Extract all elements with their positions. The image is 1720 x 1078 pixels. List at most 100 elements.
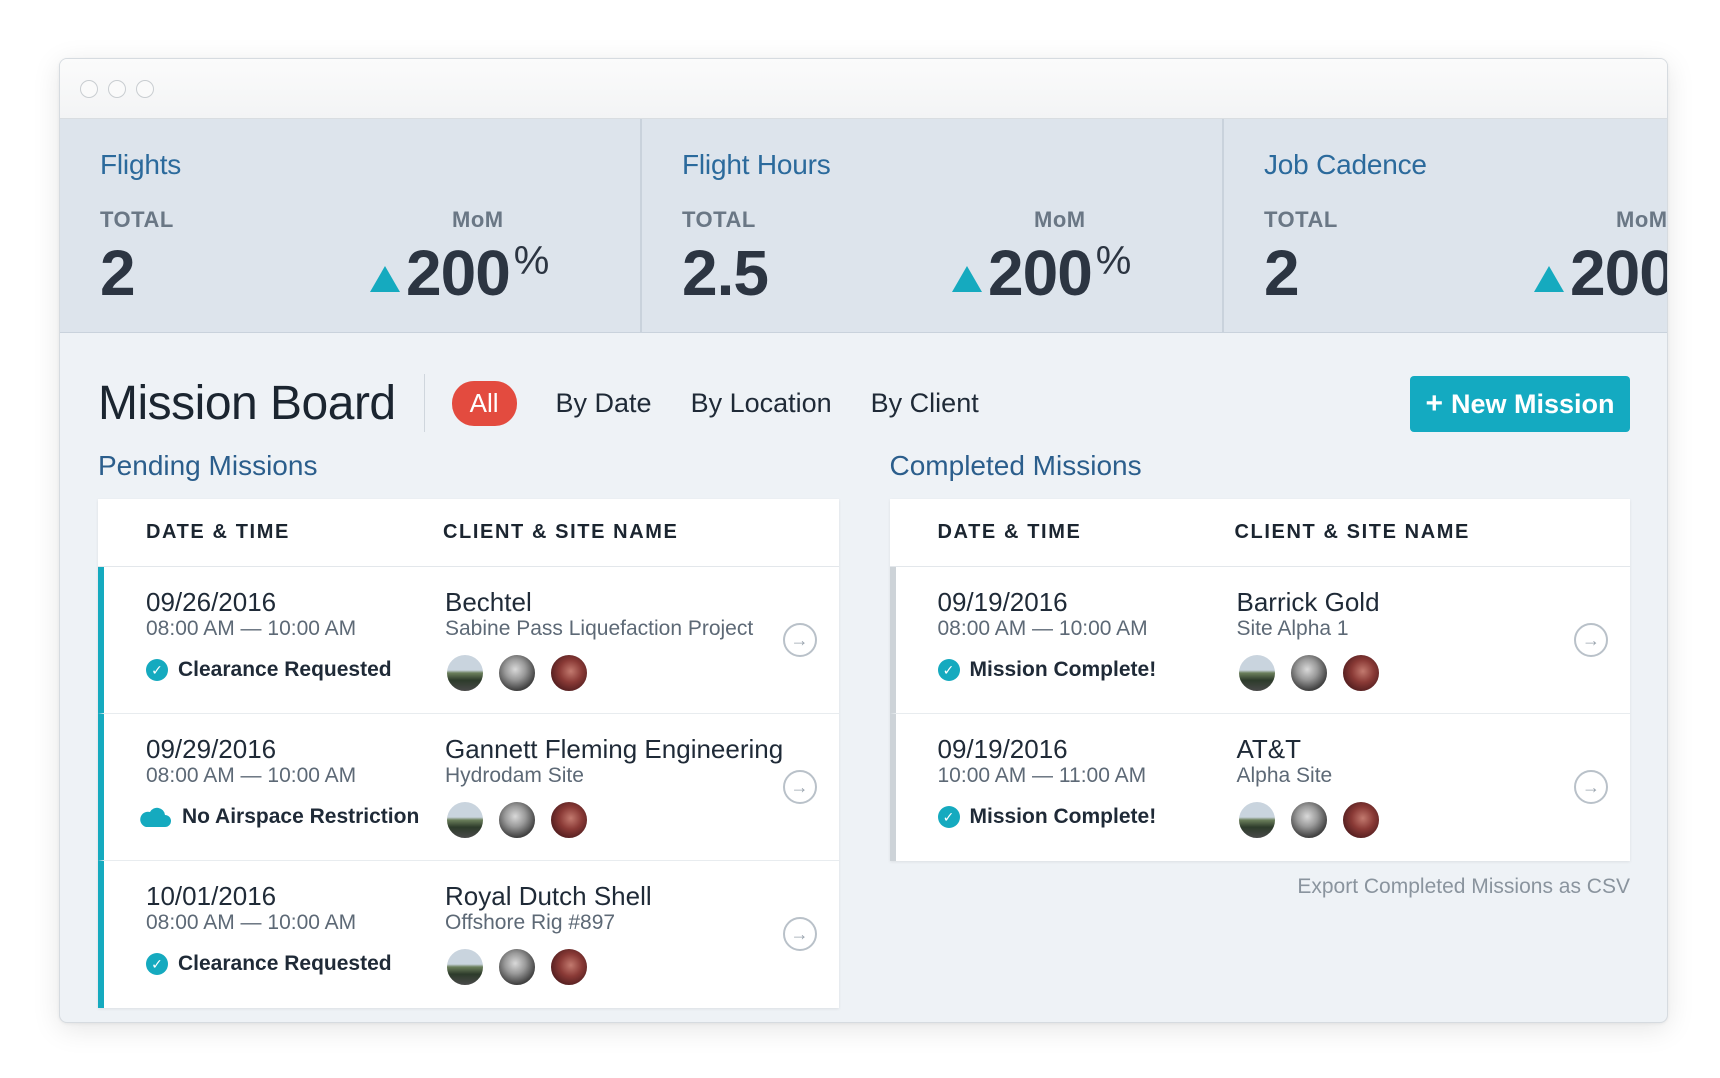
avatar (445, 947, 485, 987)
window-zoom-button[interactable] (136, 79, 154, 98)
status-badge: No Airspace Restriction (140, 805, 420, 829)
check-circle-icon: ✓ (937, 659, 960, 681)
app-window: Flights TOTAL 2 MoM 200 % Flight Hours T… (59, 58, 1668, 1023)
stat-title: Flights (100, 149, 182, 180)
avatar (1288, 653, 1329, 693)
new-mission-label: New Mission (1451, 388, 1615, 419)
mission-date: 10/01/2016 (146, 881, 277, 911)
stat-title: Job Cadence (1264, 149, 1427, 180)
client-name: Gannett Fleming Engineering (445, 734, 784, 764)
crew-avatars (1236, 653, 1381, 693)
trend-up-icon (952, 266, 982, 292)
pending-missions-section: Pending Missions DATE & TIME CLIENT & SI… (98, 450, 839, 1008)
stat-total-value: 2 (1264, 237, 1300, 309)
arrow-right-icon[interactable]: → (1574, 623, 1608, 657)
window-close-button[interactable] (80, 79, 98, 98)
status-text: Mission Complete! (969, 658, 1157, 681)
stat-total-value: 2.5 (682, 237, 769, 309)
cloud-icon (140, 807, 171, 827)
avatar (1236, 653, 1277, 693)
crew-avatars (445, 947, 589, 987)
section-title: Completed Missions (889, 450, 1142, 481)
mission-date: 09/19/2016 (937, 587, 1068, 617)
filter-by-client[interactable]: By Client (871, 388, 979, 419)
avatar (497, 653, 537, 693)
mission-time: 08:00 AM — 10:00 AM (146, 764, 357, 787)
trend-up-icon (1534, 266, 1564, 292)
crew-avatars (445, 800, 589, 840)
mission-time: 10:00 AM — 11:00 AM (937, 764, 1147, 787)
stat-mom-value: 200 (406, 237, 511, 309)
avatar (549, 947, 589, 987)
client-name: Barrick Gold (1236, 587, 1380, 617)
mission-time: 08:00 AM — 10:00 AM (146, 911, 357, 934)
stat-total-label: TOTAL (1264, 207, 1338, 232)
mission-date: 09/26/2016 (146, 587, 277, 617)
avatar (1340, 800, 1381, 840)
completed-missions-table: DATE & TIME CLIENT & SITE NAME 09/19/201… (889, 499, 1631, 861)
stat-flights: Flights TOTAL 2 MoM 200 % (60, 119, 642, 332)
export-csv-link[interactable]: Export Completed Missions as CSV (890, 875, 1630, 899)
table-row[interactable]: 09/19/2016 10:00 AM — 11:00 AM ✓ Mission… (889, 714, 1631, 861)
crew-avatars (1236, 800, 1381, 840)
stat-total-value: 2 (100, 237, 136, 309)
stat-mom-value: 200 (1570, 237, 1668, 309)
plus-icon: + (1425, 387, 1443, 420)
status-text: No Airspace Restriction (182, 805, 420, 828)
stat-title: Flight Hours (682, 149, 831, 180)
filter-by-date[interactable]: By Date (556, 388, 652, 419)
window-titlebar (60, 59, 1667, 119)
section-title: Pending Missions (98, 450, 318, 481)
avatar (549, 800, 589, 840)
stat-mom-value: 200 (988, 237, 1093, 309)
status-badge: ✓ Clearance Requested (146, 658, 392, 682)
column-header-date: DATE & TIME (146, 521, 290, 543)
table-header: DATE & TIME CLIENT & SITE NAME (98, 499, 839, 567)
table-row[interactable]: 09/26/2016 08:00 AM — 10:00 AM ✓ Clearan… (98, 567, 839, 714)
stat-total-label: TOTAL (100, 207, 174, 232)
stat-mom-unit: % (513, 239, 550, 283)
avatar (549, 653, 589, 693)
check-circle-icon: ✓ (937, 806, 960, 828)
status-badge: ✓ Mission Complete! (937, 658, 1157, 682)
status-text: Clearance Requested (178, 658, 392, 681)
arrow-right-icon[interactable]: → (782, 770, 817, 804)
window-minimize-button[interactable] (108, 79, 126, 98)
arrow-right-icon[interactable]: → (782, 917, 817, 951)
status-text: Mission Complete! (969, 805, 1157, 828)
status-badge: ✓ Mission Complete! (937, 805, 1157, 829)
pending-missions-table: DATE & TIME CLIENT & SITE NAME 09/26/201… (98, 499, 839, 1008)
check-circle-icon: ✓ (146, 659, 168, 681)
table-row[interactable]: 09/19/2016 08:00 AM — 10:00 AM ✓ Mission… (889, 567, 1630, 714)
filter-by-location[interactable]: By Location (691, 388, 832, 419)
stat-mom-label: MoM (1034, 207, 1086, 232)
trend-up-icon (370, 266, 400, 292)
stats-bar: Flights TOTAL 2 MoM 200 % Flight Hours T… (60, 119, 1667, 333)
page-title: Mission Board (98, 376, 396, 430)
mission-date: 09/19/2016 (937, 734, 1068, 764)
table-row[interactable]: 10/01/2016 08:00 AM — 10:00 AM ✓ Clearan… (98, 861, 839, 1008)
client-name: Royal Dutch Shell (445, 881, 652, 911)
client-name: AT&T (1236, 734, 1302, 764)
new-mission-button[interactable]: + New Mission (1410, 376, 1630, 432)
mission-time: 08:00 AM — 10:00 AM (146, 617, 357, 640)
avatar (1288, 800, 1329, 840)
arrow-right-icon[interactable]: → (782, 623, 817, 657)
mission-date: 09/29/2016 (146, 734, 277, 764)
table-row[interactable]: 09/29/2016 08:00 AM — 10:00 AM No Airspa… (98, 714, 839, 861)
check-circle-icon: ✓ (146, 953, 168, 975)
arrow-right-icon[interactable]: → (1574, 770, 1608, 804)
column-header-client: CLIENT & SITE NAME (443, 521, 679, 543)
site-name: Hydrodam Site (445, 764, 584, 787)
avatar (445, 653, 485, 693)
divider (423, 374, 425, 432)
avatar (497, 800, 537, 840)
stat-mom-unit: % (1095, 239, 1132, 283)
site-name: Site Alpha 1 (1236, 617, 1349, 640)
column-header-date: DATE & TIME (937, 521, 1082, 543)
status-text: Clearance Requested (178, 952, 392, 975)
stat-total-label: TOTAL (682, 207, 756, 232)
filter-all[interactable]: All (451, 380, 517, 426)
client-name: Bechtel (445, 587, 532, 617)
column-header-client: CLIENT & SITE NAME (1234, 521, 1470, 543)
